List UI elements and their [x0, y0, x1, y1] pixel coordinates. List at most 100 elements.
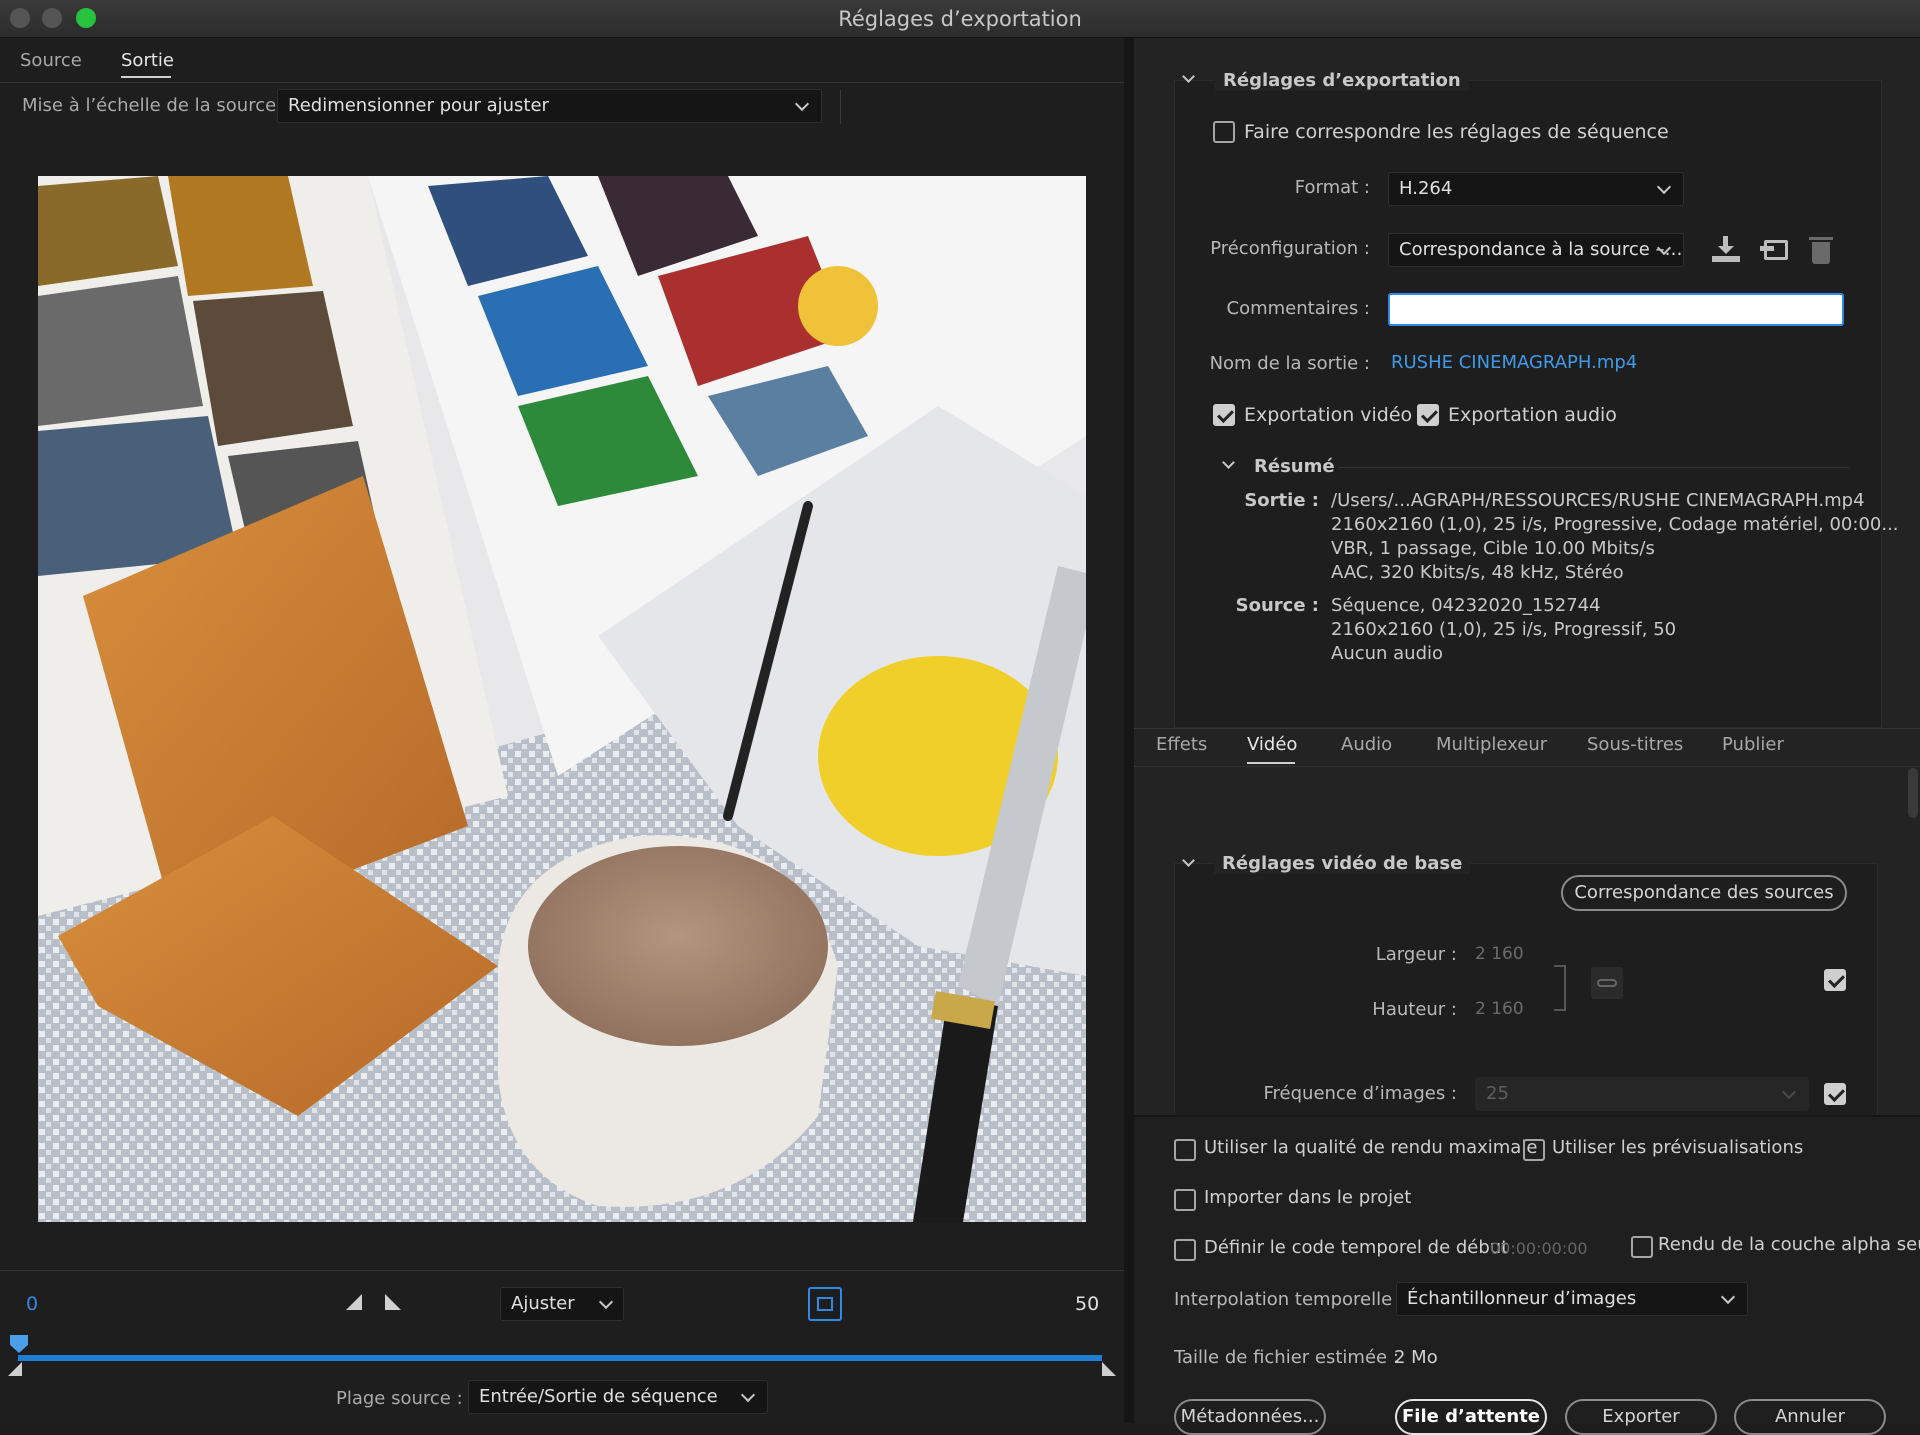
timeline-area: 0 Ajuster 50 Plage source : Entrée/Sorti…: [0, 1270, 1124, 1423]
fps-dropdown[interactable]: 25: [1475, 1077, 1809, 1111]
width-height-match-checkbox[interactable]: [1824, 969, 1846, 991]
export-audio-checkbox[interactable]: [1417, 404, 1439, 426]
preset-label: Préconfiguration :: [1210, 238, 1370, 259]
start-timecode-value[interactable]: 00:00:00:00: [1490, 1239, 1588, 1258]
video-settings-scroll: Réglages vidéo de base Correspondance de…: [1134, 767, 1920, 1115]
width-label: Largeur :: [1375, 944, 1457, 965]
filesize-value: 2 Mo: [1394, 1347, 1438, 1368]
match-sequence-label: Faire correspondre les réglages de séque…: [1244, 121, 1669, 143]
scale-dropdown[interactable]: Redimensionner pour ajuster: [277, 89, 822, 123]
height-value: 2 160: [1475, 999, 1524, 1019]
aspect-toggle-icon[interactable]: [808, 1287, 842, 1321]
bottom-options: Utiliser la qualité de rendu maximale Ut…: [1134, 1115, 1920, 1435]
fps-label: Fréquence d’images :: [1263, 1083, 1457, 1104]
summary-output-line: AAC, 320 Kbits/s, 48 kHz, Stéréo: [1331, 562, 1624, 583]
fps-match-checkbox[interactable]: [1824, 1083, 1846, 1105]
chevron-down-icon: [740, 1387, 756, 1403]
start-timecode-checkbox[interactable]: [1174, 1239, 1196, 1261]
export-video-label: Exportation vidéo: [1244, 404, 1413, 426]
summary-source-line: Séquence, 04232020_152744: [1331, 595, 1601, 616]
summary-output-label: Sortie :: [1244, 490, 1319, 511]
mark-in-icon[interactable]: [346, 1294, 362, 1310]
import-project-checkbox[interactable]: [1174, 1189, 1196, 1211]
mark-out-icon[interactable]: [385, 1294, 401, 1310]
chevron-down-icon: [794, 96, 810, 112]
out-point-handle[interactable]: [1102, 1362, 1116, 1376]
summary-title: Résumé: [1254, 456, 1335, 477]
tab-output[interactable]: Sortie: [121, 50, 174, 71]
title-bar: Réglages d’exportation: [0, 0, 1920, 38]
alpha-only-label: Rendu de la couche alpha seule: [1658, 1234, 1920, 1255]
metadata-button[interactable]: Métadonnées...: [1174, 1399, 1326, 1435]
tab-publish[interactable]: Publier: [1722, 734, 1784, 755]
timeline-scrubber-bar[interactable]: [18, 1355, 1102, 1361]
fps-value: 25: [1486, 1083, 1509, 1104]
timeline-start: 0: [26, 1293, 39, 1315]
cancel-button[interactable]: Annuler: [1734, 1399, 1886, 1435]
scale-value: Redimensionner pour ajuster: [288, 95, 549, 116]
fit-value: Ajuster: [511, 1293, 575, 1314]
chevron-down-icon: [598, 1294, 614, 1310]
format-dropdown[interactable]: H.264: [1388, 172, 1684, 206]
tab-captions[interactable]: Sous-titres: [1587, 734, 1683, 755]
summary-source-line: 2160x2160 (1,0), 25 i/s, Progressif, 50: [1331, 619, 1677, 640]
max-quality-label: Utiliser la qualité de rendu maximale: [1204, 1137, 1538, 1158]
tab-source[interactable]: Source: [20, 50, 82, 71]
interp-label: Interpolation temporelle :: [1174, 1289, 1404, 1310]
tab-multiplexer[interactable]: Multiplexeur: [1436, 734, 1547, 755]
tab-effects[interactable]: Effets: [1156, 734, 1207, 755]
summary-source-label: Source :: [1235, 595, 1319, 616]
tab-video[interactable]: Vidéo: [1247, 734, 1297, 755]
chevron-down-icon: [1656, 179, 1672, 195]
tab-video-underline: [1247, 762, 1295, 764]
preview-frame-image: [38, 176, 1086, 1222]
link-bracket: [1554, 965, 1566, 1011]
in-point-handle[interactable]: [8, 1362, 22, 1376]
scale-label: Mise à l’échelle de la source :: [22, 95, 288, 116]
export-button[interactable]: Exporter: [1565, 1399, 1717, 1435]
interp-value: Échantillonneur d’images: [1407, 1288, 1637, 1309]
match-sources-button[interactable]: Correspondance des sources: [1561, 875, 1847, 911]
summary-output-line: VBR, 1 passage, Cible 10.00 Mbits/s: [1331, 538, 1655, 559]
output-name-link[interactable]: RUSHE CINEMAGRAPH.mp4: [1391, 352, 1637, 373]
delete-preset-icon[interactable]: [1809, 234, 1833, 264]
import-project-label: Importer dans le projet: [1204, 1187, 1412, 1208]
alpha-only-checkbox[interactable]: [1631, 1236, 1653, 1258]
comments-label: Commentaires :: [1226, 298, 1370, 319]
save-preset-icon[interactable]: [1712, 236, 1740, 264]
filesize-label: Taille de fichier estimée :: [1174, 1347, 1399, 1368]
preset-value: Correspondance à la source –…: [1399, 239, 1683, 260]
video-preview: [38, 176, 1086, 1222]
link-dimensions-icon[interactable]: [1591, 967, 1623, 999]
format-value: H.264: [1399, 178, 1453, 199]
fit-dropdown[interactable]: Ajuster: [500, 1287, 624, 1321]
tab-audio[interactable]: Audio: [1341, 734, 1392, 755]
range-label: Plage source :: [336, 1388, 463, 1409]
previews-label: Utiliser les prévisualisations: [1552, 1137, 1804, 1158]
max-quality-checkbox[interactable]: [1174, 1139, 1196, 1161]
interp-dropdown[interactable]: Échantillonneur d’images: [1396, 1282, 1748, 1316]
window-title: Réglages d’exportation: [838, 7, 1082, 31]
range-dropdown[interactable]: Entrée/Sortie de séquence: [468, 1380, 768, 1414]
summary-output-line: /Users/...AGRAPH/RESSOURCES/RUSHE CINEMA…: [1331, 490, 1865, 511]
export-audio-label: Exportation audio: [1448, 404, 1617, 426]
import-preset-icon[interactable]: [1760, 236, 1790, 264]
match-sequence-checkbox[interactable]: [1213, 121, 1235, 143]
chevron-down-icon: [1720, 1289, 1736, 1305]
summary-output-line: 2160x2160 (1,0), 25 i/s, Progressive, Co…: [1331, 514, 1899, 535]
start-timecode-label: Définir le code temporel de début: [1204, 1237, 1509, 1258]
height-label: Hauteur :: [1372, 999, 1457, 1020]
scrollbar-thumb[interactable]: [1908, 768, 1918, 818]
timeline-end: 50: [1075, 1293, 1100, 1315]
tab-output-underline: [121, 76, 171, 78]
summary-source-line: Aucun audio: [1331, 643, 1444, 664]
comments-input[interactable]: [1388, 293, 1844, 326]
preset-dropdown[interactable]: Correspondance à la source –…: [1388, 233, 1684, 267]
export-video-checkbox[interactable]: [1213, 404, 1235, 426]
export-settings-title: Réglages d’exportation: [1215, 70, 1469, 91]
previews-checkbox[interactable]: [1523, 1139, 1545, 1161]
queue-button[interactable]: File d’attente: [1395, 1399, 1547, 1435]
panel-divider: [1124, 38, 1134, 1423]
playhead-handle[interactable]: [10, 1335, 28, 1353]
width-value: 2 160: [1475, 944, 1524, 964]
